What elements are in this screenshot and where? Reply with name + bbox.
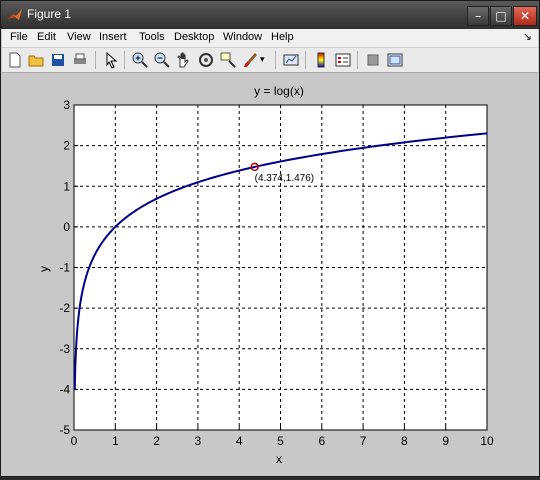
y-tick-label: 3 [63, 98, 70, 112]
zoom-in-icon[interactable] [131, 51, 149, 69]
title-bar[interactable]: Figure 1 – □ ✕ [1, 1, 539, 29]
open-icon[interactable] [27, 51, 45, 69]
rotate-3d-icon[interactable] [197, 51, 215, 69]
x-tick-label: 7 [360, 434, 367, 448]
x-axis-label: x [276, 452, 282, 466]
plot-svg[interactable]: y = log(x) 0 1 2 3 4 5 6 7 8 9 10 3210-1-2-3-4-5 (… [2, 73, 538, 476]
legend-icon[interactable] [334, 51, 352, 69]
brush-dropdown-icon[interactable]: ▾ [260, 55, 268, 73]
x-tick-label: 2 [153, 434, 160, 448]
figure-canvas[interactable]: y = log(x) 0 1 2 3 4 5 6 7 8 9 10 3 2 1 0 -1 -2 -3 -4 -5 (… [2, 73, 538, 476]
toolbar-separator [124, 51, 125, 69]
window-title: Figure 1 [27, 7, 72, 21]
pan-hand-icon[interactable] [175, 51, 193, 69]
y-tick-label: -1 [59, 261, 70, 275]
toolbar-separator [305, 51, 306, 69]
x-tick-label: 9 [442, 434, 449, 448]
brush-icon[interactable] [241, 51, 259, 69]
close-button[interactable]: ✕ [513, 6, 537, 26]
toolbar-separator [95, 51, 96, 69]
figure-window: Figure 1 – □ ✕ File Edit View Insert Too… [0, 0, 540, 477]
print-icon[interactable] [71, 51, 89, 69]
menu-tools[interactable]: Tools [139, 31, 165, 43]
x-tick-label: 8 [401, 434, 408, 448]
y-tick-label: -5 [59, 423, 70, 437]
minimize-button[interactable]: – [467, 6, 489, 26]
menu-dock-arrow-icon[interactable]: ↘ [523, 30, 532, 43]
menu-file[interactable]: File [10, 31, 28, 43]
toolbar-separator [275, 51, 276, 69]
show-plot-tools-icon[interactable] [386, 51, 404, 69]
x-tick-label: 5 [277, 434, 284, 448]
x-tick-label: 0 [71, 434, 78, 448]
chart-title: y = log(x) [254, 84, 304, 98]
figure-toolbar: ▾ [2, 48, 538, 73]
menu-bar: File Edit View Insert Tools Desktop Wind… [2, 29, 538, 48]
colorbar-icon[interactable] [312, 51, 330, 69]
data-cursor-icon[interactable] [219, 51, 237, 69]
select-arrow-icon[interactable] [102, 51, 120, 69]
x-tick-label: 1 [112, 434, 119, 448]
zoom-out-icon[interactable] [153, 51, 171, 69]
y-tick-label: 0 [63, 220, 70, 234]
hide-plot-tools-icon[interactable] [364, 51, 382, 69]
menu-view[interactable]: View [67, 31, 91, 43]
y-tick-label: -3 [59, 342, 70, 356]
x-tick-label: 3 [195, 434, 202, 448]
y-tick-label: -2 [59, 301, 70, 315]
x-tick-label: 6 [318, 434, 325, 448]
toolbar-separator [357, 51, 358, 69]
y-tick-label: 2 [63, 139, 70, 153]
y-axis-label: y [37, 266, 51, 272]
maximize-button[interactable]: □ [490, 6, 512, 26]
y-tick-label: -4 [59, 382, 70, 396]
new-figure-icon[interactable] [6, 51, 24, 69]
menu-insert[interactable]: Insert [99, 31, 127, 43]
menu-help[interactable]: Help [271, 31, 294, 43]
x-tick-label: 4 [236, 434, 243, 448]
matlab-logo-icon [8, 9, 22, 20]
y-tick-label: 1 [63, 179, 70, 193]
menu-desktop[interactable]: Desktop [174, 31, 214, 43]
menu-edit[interactable]: Edit [37, 31, 56, 43]
menu-window[interactable]: Window [223, 31, 262, 43]
save-icon[interactable] [49, 51, 67, 69]
x-tick-label: 10 [480, 434, 494, 448]
link-plot-icon[interactable] [282, 51, 300, 69]
datatip-label: (4.374,1.476) [255, 173, 314, 184]
